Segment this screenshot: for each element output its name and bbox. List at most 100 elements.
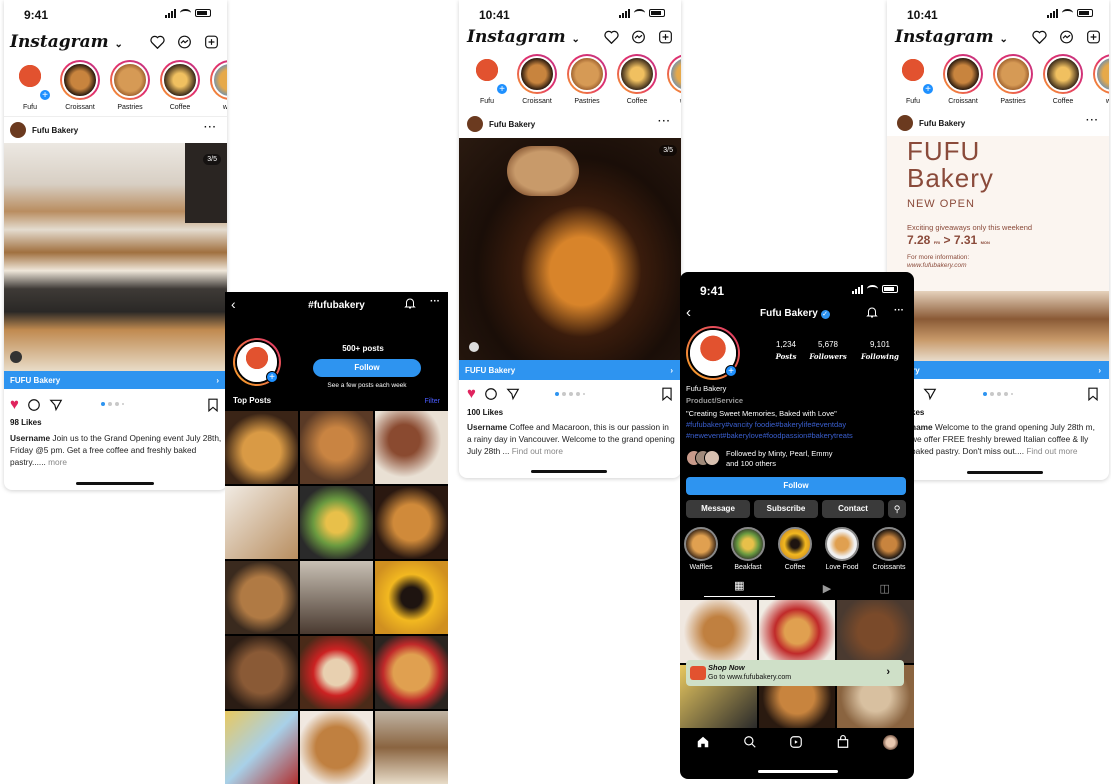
grid-post[interactable] [225,561,298,634]
profile-avatar-icon[interactable] [882,734,898,750]
messenger-icon[interactable] [177,35,192,49]
subscribe-button[interactable]: Subscribe [754,500,818,518]
story-item[interactable]: + Fufu [891,54,935,105]
story-item[interactable]: Pastries [108,60,152,111]
grid-post[interactable] [300,486,373,559]
app-logo[interactable]: Instagram ⌄ [895,27,1008,47]
grid-post[interactable] [225,411,298,484]
post-image[interactable] [459,138,681,360]
avatar[interactable] [467,116,483,132]
caption-username[interactable]: Username [10,433,50,443]
messenger-icon[interactable] [1059,30,1074,44]
caption-username[interactable]: Username [467,422,507,432]
app-logo[interactable]: Instagram ⌄ [467,27,580,47]
contact-button[interactable]: Contact [822,500,884,518]
grid-post[interactable] [375,411,448,484]
story-item[interactable]: Croissant [58,60,102,111]
back-icon[interactable]: ‹ [686,304,691,321]
add-person-icon[interactable]: ⚲ [888,500,906,518]
grid-post[interactable] [375,561,448,634]
add-post-icon[interactable] [1086,30,1101,44]
grid-post[interactable] [680,600,757,663]
story-item[interactable]: waffl [1091,54,1109,105]
bookmark-icon[interactable] [207,398,219,412]
post-account-name[interactable]: Fufu Bakery [489,120,535,129]
shop-cta-bar[interactable]: FUFU Bakery › [4,371,227,389]
story-item[interactable]: Coffee [158,60,202,111]
post-image[interactable] [4,143,227,371]
chevron-down-icon[interactable]: ⌄ [572,34,580,45]
shop-cta-bar[interactable]: Bakery › [887,361,1109,379]
caption-more-link[interactable]: Find out more [509,446,563,456]
filter-link[interactable]: Filter [424,398,440,405]
grid-post[interactable] [225,711,298,784]
app-logo[interactable]: Instagram ⌄ [10,32,123,52]
story-item[interactable]: Coffee [615,54,659,105]
search-icon[interactable] [743,735,757,749]
comment-icon[interactable] [27,398,41,412]
story-item[interactable]: waffl [208,60,227,111]
bell-icon[interactable] [866,306,878,319]
story-item[interactable]: Pastries [565,54,609,105]
shop-icon[interactable] [836,735,850,749]
add-story-icon[interactable]: + [39,89,51,101]
highlight-item[interactable]: Beakfast [731,527,765,571]
avatar[interactable] [897,115,913,131]
story-item[interactable]: Croissant [515,54,559,105]
avatar[interactable] [10,122,26,138]
caption-more-link[interactable]: Find out more [1024,446,1077,456]
highlight-item[interactable]: Coffee [778,527,812,571]
story-item[interactable]: waffl [665,54,681,105]
followed-by-text[interactable]: Followed by Minty, Pearl, Emmy and 100 o… [726,449,833,469]
post-account-name[interactable]: Fufu Bakery [919,119,965,128]
heart-filled-icon[interactable]: ♥ [10,397,19,412]
stat-posts[interactable]: 1,234 Posts [768,340,804,361]
grid-post[interactable] [225,636,298,709]
highlight-item[interactable]: Croissants [872,527,906,571]
message-button[interactable]: Message [686,500,750,518]
stat-following[interactable]: 9,101 Following [858,340,902,361]
grid-post[interactable] [375,636,448,709]
caption-username[interactable]: name [911,422,933,432]
stat-followers[interactable]: 5,678 Followers [808,340,848,361]
grid-post[interactable] [375,711,448,784]
more-options-icon[interactable]: ··· [894,305,904,316]
grid-tab-icon[interactable]: ▦ [704,579,775,597]
user-tag-icon[interactable] [469,342,479,352]
add-post-icon[interactable] [204,35,219,49]
chevron-down-icon[interactable]: ⌄ [1000,34,1008,45]
story-item[interactable]: Coffee [1041,54,1085,105]
more-options-icon[interactable]: ··· [1086,115,1099,126]
add-icon[interactable]: + [266,371,278,383]
grid-post[interactable] [837,600,914,663]
heart-icon[interactable] [150,35,165,50]
share-icon[interactable] [923,387,937,401]
user-tag-icon[interactable] [10,351,22,363]
share-icon[interactable] [506,387,520,401]
add-story-icon[interactable]: + [725,365,737,377]
grid-post[interactable] [300,411,373,484]
event-poster[interactable]: FUFU Bakery NEW OPEN Exciting giveaways … [887,136,1109,361]
grid-post[interactable] [375,486,448,559]
add-story-icon[interactable]: + [496,83,508,95]
home-icon[interactable] [696,735,710,749]
follow-button[interactable]: Follow [686,477,906,495]
shop-cta-bar[interactable]: FUFU Bakery › [459,360,681,380]
story-item[interactable]: + Fufu [465,54,509,105]
caption-more-link[interactable]: more [46,457,67,467]
more-options-icon[interactable]: ··· [430,296,440,307]
story-item[interactable]: Pastries [991,54,1035,105]
share-icon[interactable] [49,398,63,412]
grid-post[interactable] [300,636,373,709]
highlight-item[interactable]: Waffles [684,527,718,571]
tagged-tab-icon[interactable]: ◫ [879,582,889,595]
heart-icon[interactable] [1032,30,1047,45]
grid-post[interactable] [758,600,836,663]
messenger-icon[interactable] [631,30,646,44]
profile-hashtags[interactable]: #fufubakery#vancity foodie#bakerylife#ev… [686,419,908,441]
story-item[interactable]: Croissant [941,54,985,105]
bookmark-icon[interactable] [661,387,673,401]
highlight-item[interactable]: Love Food [825,527,859,571]
shop-now-banner[interactable]: Shop Now Go to www.fufubakery.com › [686,660,904,686]
post-account-name[interactable]: Fufu Bakery [32,126,78,135]
